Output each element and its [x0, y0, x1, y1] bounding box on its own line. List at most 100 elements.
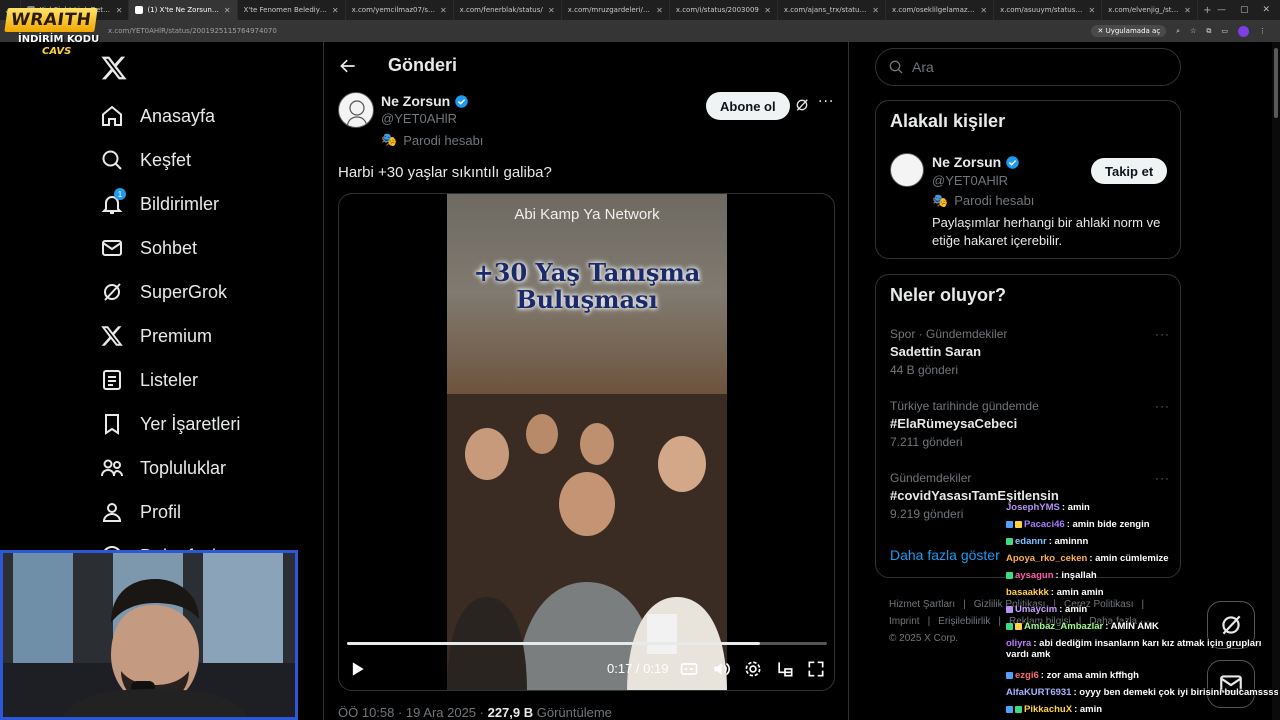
more-options-icon[interactable]: ···	[1155, 471, 1170, 485]
video-progress-fill	[347, 642, 760, 645]
chat-message: Pacaci46: amin bide zengin	[1006, 519, 1278, 530]
bookmark-icon	[105, 414, 119, 435]
browser-tab[interactable]: X'te Fenomen Belediye Ba ✕	[238, 0, 346, 20]
related-handle[interactable]: @YET0AHlR	[932, 173, 1008, 188]
search-input[interactable]: Ara	[875, 48, 1181, 86]
close-icon[interactable]: ✕	[1184, 6, 1191, 15]
open-in-app-button[interactable]: ✕ Uygulamada aç	[1091, 25, 1167, 37]
grok-icon[interactable]	[794, 97, 810, 113]
extensions-icon[interactable]: ⧉	[1206, 27, 1211, 36]
browser-tab[interactable]: x.com/elvenjig_/status/20✕	[1102, 0, 1198, 20]
messages-fab-button[interactable]	[1207, 660, 1255, 708]
related-people-panel: Alakalı kişiler Ne Zorsun @YET0AHlR 🎭 Par…	[875, 100, 1181, 259]
view-count: 227,9 B	[487, 705, 534, 720]
related-title: Alakalı kişiler	[890, 111, 1006, 131]
close-icon[interactable]: ✕	[764, 6, 771, 15]
scrollbar-track[interactable]	[1272, 42, 1280, 720]
new-tab-button[interactable]: +	[1198, 5, 1217, 16]
sidebar-item-notifications[interactable]: 1 Bildirimler	[100, 186, 219, 222]
chat-message: Umaycim: amin	[1006, 604, 1278, 615]
maximize-icon[interactable]: ▢	[1240, 5, 1249, 15]
minimize-icon[interactable]: —	[1217, 5, 1226, 15]
video-caption-title: +30 Yaş Tanışma Buluşması	[473, 258, 701, 314]
follow-button[interactable]: Takip et	[1091, 158, 1168, 184]
sidebar-item-supergrok[interactable]: SuperGrok	[100, 274, 227, 310]
search-icon	[889, 60, 903, 74]
related-bio: Paylaşımlar herhangi bir ahlaki norm ve …	[932, 215, 1161, 248]
trend-item[interactable]: Türkiye tarihinde gündemde #ElaRümeysaCe…	[890, 399, 1170, 449]
sidebar-item-messages[interactable]: Sohbet	[100, 230, 197, 266]
video-time: 0:17 / 0:19	[607, 661, 669, 676]
sidebar-item-communities[interactable]: Topluluklar	[100, 450, 226, 486]
more-options-icon[interactable]: ···	[1155, 399, 1170, 413]
address-bar[interactable]: x.com/YET0AHlR/status/200192511576497407…	[0, 20, 1280, 42]
related-name[interactable]: Ne Zorsun	[932, 154, 1020, 170]
browser-tab[interactable]: x.com/yemcilmaz07/statu ✕	[346, 0, 454, 20]
play-icon[interactable]	[347, 659, 367, 679]
browser-tab[interactable]: x.com/ajans_trx/status/2 ✕	[778, 0, 886, 20]
trends-panel: Neler oluyor? Spor · Gündemdekiler Sadet…	[875, 274, 1181, 578]
close-icon[interactable]: ✕	[872, 6, 879, 15]
x-logo-icon[interactable]	[100, 54, 128, 82]
fullscreen-icon[interactable]	[806, 659, 826, 679]
profile-avatar[interactable]	[1238, 25, 1249, 37]
zoom-icon[interactable]: ⌕	[1176, 27, 1180, 36]
sidebar-icon[interactable]: ▭	[1221, 27, 1228, 35]
close-icon[interactable]: ✕	[656, 6, 663, 15]
sidebar-item-premium[interactable]: Premium	[100, 318, 212, 354]
browser-tab[interactable]: x.com/fenerblak/status/✕	[454, 0, 562, 20]
chat-message: basaakkk: amin amin	[1006, 587, 1104, 598]
search-icon	[102, 150, 122, 170]
back-arrow-icon[interactable]	[338, 56, 358, 76]
star-icon[interactable]: ☆	[1190, 27, 1196, 35]
sidebar-item-bookmarks[interactable]: Yer İşaretleri	[100, 406, 240, 442]
notification-badge: 1	[114, 188, 126, 200]
video-progress-bar[interactable]	[347, 642, 827, 645]
url-text[interactable]: x.com/YET0AHlR/status/200192511576497407…	[108, 27, 277, 35]
browser-tab[interactable]: x.com/asuuym/status/20 ✕	[994, 0, 1103, 20]
show-more-link[interactable]: Daha fazla göster	[890, 547, 1000, 563]
browser-menu-icon[interactable]: ⋮	[1259, 27, 1266, 35]
video-crowd-scene	[447, 394, 727, 690]
related-avatar[interactable]	[890, 153, 924, 187]
chat-message: AlfaKURT6931: oyyy ben demeki çok iyi bi…	[1006, 687, 1278, 698]
close-icon[interactable]: ✕	[1088, 6, 1095, 15]
close-icon[interactable]: ✕	[332, 6, 339, 15]
browser-tab[interactable]: x.com/i/status/2003009 ✕	[670, 0, 778, 20]
trends-title: Neler oluyor?	[890, 285, 1007, 305]
settings-gear-icon[interactable]	[743, 659, 763, 679]
sidebar-item-home[interactable]: Anasayfa	[100, 98, 215, 134]
more-options-icon[interactable]: ···	[818, 94, 834, 110]
captions-icon[interactable]	[679, 659, 699, 679]
close-icon[interactable]: ✕	[440, 6, 447, 15]
author-name[interactable]: Ne Zorsun	[381, 93, 469, 109]
browser-tab[interactable]: x.com/mruzgardeleri/stat ✕	[562, 0, 670, 20]
close-icon[interactable]: ✕	[224, 6, 231, 15]
trend-item[interactable]: Spor · Gündemdekiler Sadettin Saran 44 B…	[890, 327, 1170, 377]
scrollbar-thumb[interactable]	[1274, 48, 1278, 118]
close-icon[interactable]: ✕	[548, 6, 555, 15]
author-handle[interactable]: @YET0AHlR	[381, 111, 457, 126]
browser-tab-active[interactable]: (1) X'te Ne Zorsun: "Harbi✕	[129, 0, 238, 20]
video-caption-network: Abi Kamp Ya Network	[514, 206, 660, 223]
close-window-icon[interactable]: ✕	[1262, 5, 1270, 15]
chat-message: aysagun: inşallah	[1006, 570, 1278, 581]
subscribe-button[interactable]: Abone ol	[706, 92, 790, 120]
tweet-text: Harbi +30 yaşlar sıkıntılı galiba?	[338, 164, 552, 181]
sidebar-item-lists[interactable]: Listeler	[100, 362, 198, 398]
sponsor-logo: WRAITH	[4, 8, 98, 32]
page-title: Gönderi	[388, 55, 458, 75]
author-avatar[interactable]	[338, 92, 374, 128]
browser-tab[interactable]: x.com/oseklilgelamaz/sta ✕	[886, 0, 995, 20]
picture-in-picture-icon[interactable]	[775, 659, 795, 679]
close-icon[interactable]: ✕	[116, 6, 123, 15]
sidebar-item-profile[interactable]: Profil	[100, 494, 181, 530]
more-options-icon[interactable]: ···	[1155, 327, 1170, 341]
subscriber-badge-icon	[1006, 705, 1013, 713]
trend-item[interactable]: Gündemdekiler #covidYasasıTamEşitlensin …	[890, 471, 1170, 521]
sidebar-item-explore[interactable]: Keşfet	[100, 142, 191, 178]
video-frame[interactable]: Abi Kamp Ya Network +30 Yaş Tanışma Bulu…	[447, 194, 727, 690]
video-player[interactable]: Abi Kamp Ya Network +30 Yaş Tanışma Bulu…	[338, 193, 835, 691]
close-icon[interactable]: ✕	[980, 6, 987, 15]
volume-icon[interactable]	[711, 659, 731, 679]
